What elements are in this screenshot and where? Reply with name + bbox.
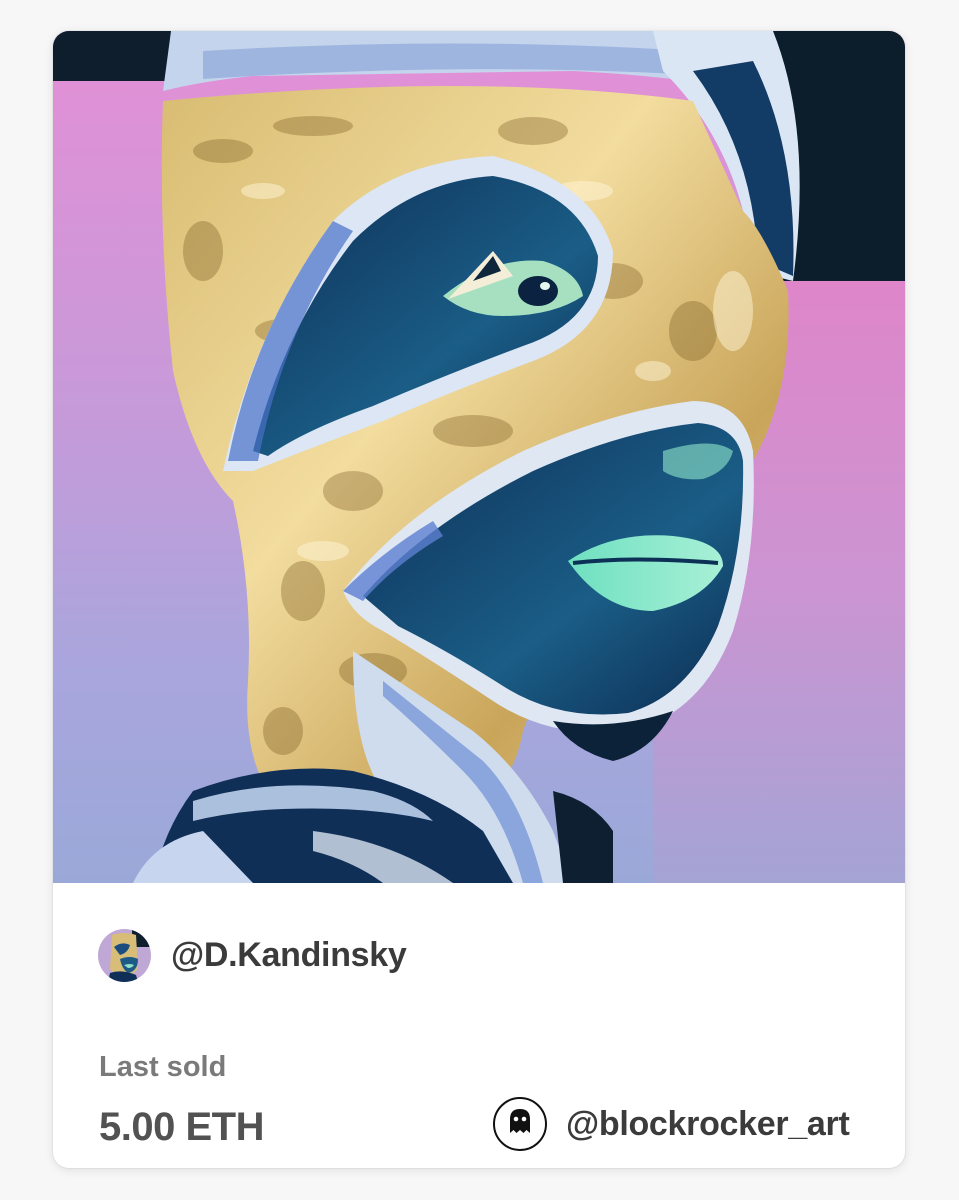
- owner-link[interactable]: @blockrocker_art: [493, 1097, 850, 1151]
- owner-avatar[interactable]: [493, 1097, 547, 1151]
- card-info: @D.Kandinsky Last sold 5.00 ETH @blockro…: [53, 883, 905, 1168]
- last-sold-price: 5.00 ETH: [99, 1105, 264, 1149]
- last-sold-label: Last sold: [99, 1051, 227, 1083]
- artwork-image[interactable]: [53, 31, 905, 883]
- ghost-icon: [500, 1102, 540, 1147]
- creator-avatar[interactable]: [98, 929, 151, 982]
- creator-link[interactable]: @D.Kandinsky: [98, 929, 407, 982]
- page: @D.Kandinsky Last sold 5.00 ETH @blockro…: [0, 0, 959, 1200]
- owner-handle[interactable]: @blockrocker_art: [566, 1105, 850, 1144]
- nft-card[interactable]: @D.Kandinsky Last sold 5.00 ETH @blockro…: [53, 31, 905, 1168]
- creator-handle[interactable]: @D.Kandinsky: [171, 936, 407, 975]
